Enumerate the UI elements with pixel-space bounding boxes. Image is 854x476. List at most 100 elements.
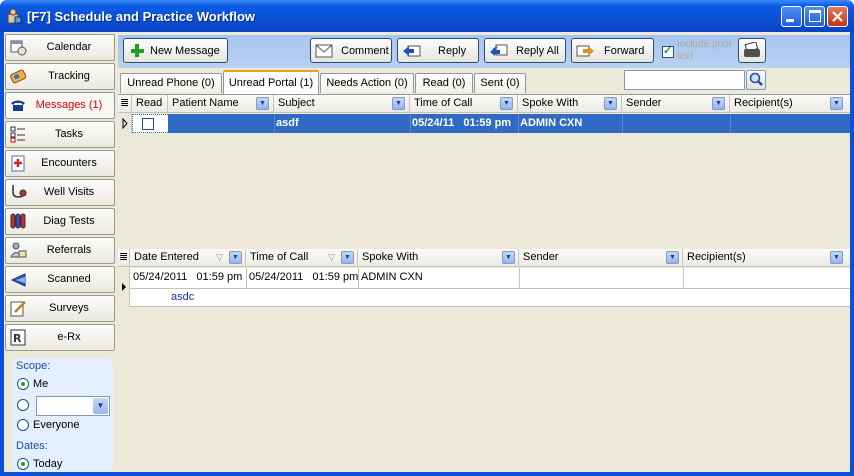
include-prior-text-checkbox[interactable] (662, 44, 674, 58)
column-label: Patient Name (172, 97, 239, 109)
detail-grid-header: ≣ Date Entered ▽ ▼ Time of Call ▽ ▼ Spoke Wi… (118, 249, 850, 267)
filter-dropdown-icon[interactable]: ▼ (256, 97, 269, 110)
sidebar-item-label: Messages (1) (35, 99, 103, 111)
column-date-entered[interactable]: Date Entered ▽ ▼ (130, 249, 246, 267)
sidebar-item-surveys[interactable]: Surveys (5, 295, 115, 322)
scope-radio-custom[interactable] (17, 399, 29, 411)
column-label: Date Entered (134, 251, 199, 263)
tab-label: Sent (0) (480, 77, 520, 89)
tab-unread-portal[interactable]: Unread Portal (1) (223, 70, 319, 94)
column-label: Spoke With (362, 251, 419, 263)
search-input[interactable] (624, 70, 745, 90)
column-label: Spoke With (522, 97, 579, 109)
filter-dropdown-icon[interactable]: ▼ (500, 97, 513, 110)
cell-spoke-with: ADMIN CXN (520, 117, 583, 129)
column-recipients[interactable]: Recipient(s) ▼ (730, 95, 850, 113)
sidebar-item-diag-tests[interactable]: Diag Tests (5, 208, 115, 235)
read-checkbox[interactable] (142, 118, 154, 130)
column-patient-name[interactable]: Patient Name ▼ (168, 95, 274, 113)
filter-dropdown-icon[interactable]: ▼ (830, 251, 843, 264)
survey-icon (10, 301, 26, 317)
maximize-icon (809, 10, 821, 22)
calendar-icon (10, 40, 27, 56)
tracking-icon (10, 69, 27, 84)
sidebar-item-encounters[interactable]: Encounters (5, 150, 115, 177)
sidebar-item-label: e-Rx (57, 331, 81, 343)
printer-icon (744, 42, 760, 57)
scope-radio-me[interactable] (17, 378, 29, 390)
tab-sent[interactable]: Sent (0) (474, 73, 526, 93)
print-button[interactable] (738, 38, 766, 63)
scanner-icon (10, 273, 26, 287)
tab-read[interactable]: Read (0) (415, 73, 473, 93)
row-indicator (118, 114, 132, 133)
filter-dropdown-icon[interactable]: ▼ (604, 97, 617, 110)
forward-button[interactable]: Forward (571, 38, 654, 63)
scope-combo[interactable]: ▼ (36, 396, 110, 416)
sidebar-item-well-visits[interactable]: Well Visits (5, 179, 115, 206)
window-title: [F7] Schedule and Practice Workflow (27, 9, 256, 24)
sidebar-item-messages[interactable]: Messages (1) (5, 92, 115, 119)
sidebar-item-label: Tasks (54, 128, 84, 140)
sidebar-item-tasks[interactable]: Tasks (5, 121, 115, 148)
sidebar-item-label: Referrals (46, 244, 92, 256)
title-bar[interactable]: [F7] Schedule and Practice Workflow (0, 0, 854, 32)
filter-dropdown-icon[interactable]: ▼ (229, 251, 242, 264)
reply-all-button[interactable]: Reply All (484, 38, 566, 63)
column-subject[interactable]: Subject ▼ (274, 95, 410, 113)
cell-divider (519, 268, 520, 288)
table-row[interactable]: asdf 05/24/11 01:59 pm ADMIN CXN (118, 114, 850, 133)
scope-radio-everyone[interactable] (17, 419, 29, 431)
filter-dropdown-icon[interactable]: ▼ (666, 251, 679, 264)
column-recipients[interactable]: Recipient(s) ▼ (683, 249, 850, 267)
column-chooser-icon[interactable]: ≣ (118, 249, 130, 267)
column-spoke-with[interactable]: Spoke With ▼ (518, 95, 622, 113)
referrals-icon (10, 242, 27, 258)
sidebar-item-label: Well Visits (43, 186, 95, 198)
cell-divider (274, 114, 275, 133)
dates-option-today: Today (33, 458, 63, 470)
cell-divider (246, 268, 247, 288)
reply-button[interactable]: Reply (397, 38, 479, 63)
tab-needs-action[interactable]: Needs Action (0) (320, 73, 414, 93)
column-time-of-call[interactable]: Time of Call ▼ (410, 95, 518, 113)
filter-dropdown-icon[interactable]: ▼ (712, 97, 725, 110)
cell-divider (622, 114, 623, 133)
tab-unread-phone[interactable]: Unread Phone (0) (120, 73, 222, 93)
new-message-button[interactable]: New Message (123, 38, 228, 63)
column-label: Recipient(s) (734, 97, 793, 109)
column-label: Recipient(s) (687, 251, 746, 263)
sidebar-item-label: Surveys (49, 302, 89, 314)
cell-divider (683, 268, 684, 288)
minimize-button[interactable] (781, 6, 802, 27)
sidebar-item-erx[interactable]: R e-Rx (5, 324, 115, 351)
column-spoke-with[interactable]: Spoke With ▼ (358, 249, 519, 267)
cell-divider (358, 268, 359, 288)
filter-dropdown-icon[interactable]: ▼ (392, 97, 405, 110)
sidebar-item-calendar[interactable]: Calendar (5, 34, 115, 61)
tab-label: Needs Action (0) (326, 77, 408, 89)
read-cell[interactable] (132, 114, 172, 133)
cell-date-entered: 05/24/2011 01:59 pm (133, 271, 243, 283)
filter-dropdown-icon[interactable]: ▼ (830, 97, 843, 110)
column-time-of-call[interactable]: Time of Call ▽ ▼ (246, 249, 358, 267)
sidebar-item-referrals[interactable]: Referrals (5, 237, 115, 264)
sidebar-item-tracking[interactable]: Tracking (5, 63, 115, 90)
tab-label: Unread Phone (0) (127, 77, 215, 89)
sidebar-item-scanned[interactable]: Scanned (5, 266, 115, 293)
close-button[interactable] (827, 6, 848, 27)
column-sender[interactable]: Sender ▼ (519, 249, 683, 267)
column-sender[interactable]: Sender ▼ (622, 95, 730, 113)
filter-dropdown-icon[interactable]: ▼ (341, 251, 354, 264)
table-row[interactable]: 05/24/2011 01:59 pm 05/24/2011 01:59 pm … (118, 268, 850, 307)
cell-divider (518, 114, 519, 133)
column-read[interactable]: Read (132, 95, 168, 113)
filter-dropdown-icon[interactable]: ▼ (502, 251, 515, 264)
dates-radio-today[interactable] (17, 458, 29, 470)
column-label: Sender (626, 97, 662, 109)
column-chooser-icon[interactable]: ≣ (118, 95, 132, 113)
maximize-button[interactable] (804, 6, 825, 27)
comment-button[interactable]: Comment (310, 38, 392, 63)
chevron-down-icon[interactable]: ▼ (93, 398, 108, 414)
search-button[interactable] (746, 70, 766, 90)
